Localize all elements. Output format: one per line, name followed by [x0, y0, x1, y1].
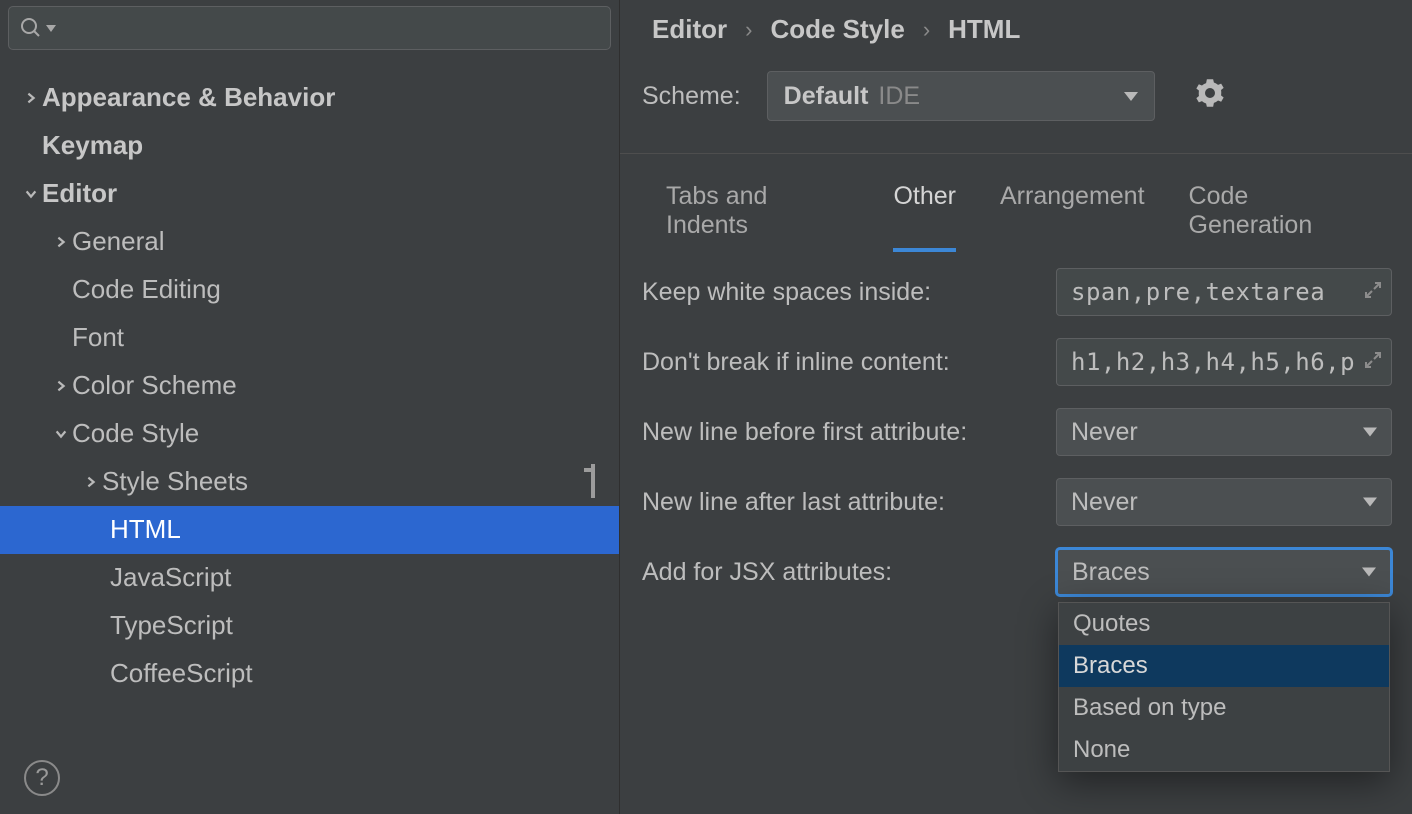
chevron-right-icon	[20, 91, 42, 105]
breadcrumb-sep-icon: ›	[745, 17, 752, 43]
scheme-label: Scheme:	[642, 82, 741, 111]
label-keep-whitespaces: Keep white spaces inside:	[642, 278, 1040, 307]
expand-icon[interactable]	[1363, 278, 1383, 306]
crumb-html[interactable]: HTML	[948, 14, 1020, 45]
tree-code-style[interactable]: Code Style	[0, 410, 619, 458]
settings-tree: Appearance & Behavior Keymap Editor Gene…	[0, 56, 619, 814]
search-input[interactable]	[56, 15, 600, 42]
tree-font[interactable]: Font	[0, 314, 619, 362]
tree-editor[interactable]: Editor	[0, 170, 619, 218]
tree-style-sheets[interactable]: Style Sheets	[0, 458, 619, 506]
dropdown-nl-after[interactable]: Never	[1056, 478, 1392, 526]
tree-typescript[interactable]: TypeScript	[0, 602, 619, 650]
tree-label: Font	[72, 322, 124, 353]
input-value: h1,h2,h3,h4,h5,h6,p	[1071, 348, 1355, 376]
tree-code-editing[interactable]: Code Editing	[0, 266, 619, 314]
chevron-down-icon	[50, 427, 72, 441]
row-keep-whitespaces: Keep white spaces inside: span,pre,texta…	[642, 268, 1392, 316]
tree-label: Appearance & Behavior	[42, 82, 335, 113]
row-jsx-attrs: Add for JSX attributes: Braces Quotes Br…	[642, 548, 1392, 596]
scheme-dropdown[interactable]: Default IDE	[767, 71, 1155, 121]
tree-label: Editor	[42, 178, 117, 209]
scheme-actions-button[interactable]	[1195, 78, 1225, 115]
crumb-code-style[interactable]: Code Style	[770, 14, 904, 45]
expand-icon[interactable]	[1363, 348, 1383, 376]
tree-label: HTML	[110, 514, 181, 545]
dropdown-popup: Quotes Braces Based on type None	[1058, 602, 1390, 772]
tree-label: TypeScript	[110, 610, 233, 641]
input-value: span,pre,textarea	[1071, 278, 1325, 306]
settings-window: Appearance & Behavior Keymap Editor Gene…	[0, 0, 1412, 814]
chevron-right-icon	[50, 379, 72, 393]
row-nl-before: New line before first attribute: Never	[642, 408, 1392, 456]
tree-coffeescript[interactable]: CoffeeScript	[0, 650, 619, 698]
tab-arrangement[interactable]: Arrangement	[1000, 182, 1145, 252]
dropdown-value: Never	[1071, 488, 1138, 517]
scheme-row: Scheme: Default IDE	[620, 45, 1412, 121]
scheme-scope: IDE	[878, 82, 920, 111]
dropdown-option-none[interactable]: None	[1059, 729, 1389, 771]
label-dont-break: Don't break if inline content:	[642, 348, 1040, 377]
tabs: Tabs and Indents Other Arrangement Code …	[620, 154, 1412, 252]
chevron-right-icon	[80, 475, 102, 489]
dropdown-option-based-on-type[interactable]: Based on type	[1059, 687, 1389, 729]
sidebar: Appearance & Behavior Keymap Editor Gene…	[0, 0, 620, 814]
dropdown-value: Never	[1071, 418, 1138, 447]
chevron-down-icon	[1362, 568, 1376, 577]
dropdown-jsx-attrs[interactable]: Braces Quotes Braces Based on type None	[1056, 548, 1392, 596]
chevron-down-icon	[20, 187, 42, 201]
tree-color-scheme[interactable]: Color Scheme	[0, 362, 619, 410]
tree-label: Code Editing	[72, 274, 221, 305]
tree-keymap[interactable]: Keymap	[0, 122, 619, 170]
gear-icon	[1195, 78, 1225, 108]
chevron-down-icon	[1363, 428, 1377, 437]
crumb-editor[interactable]: Editor	[652, 14, 727, 45]
row-dont-break: Don't break if inline content: h1,h2,h3,…	[642, 338, 1392, 386]
tab-code-generation[interactable]: Code Generation	[1189, 182, 1372, 252]
help-icon: ?	[35, 764, 48, 792]
search-wrap	[0, 0, 619, 56]
search-field[interactable]	[8, 6, 611, 50]
tab-other[interactable]: Other	[893, 182, 956, 252]
tree-html[interactable]: HTML	[0, 506, 619, 554]
tree-label: CoffeeScript	[110, 658, 253, 689]
scheme-name: Default	[784, 82, 869, 111]
input-dont-break[interactable]: h1,h2,h3,h4,h5,h6,p	[1056, 338, 1392, 386]
overflow-indicator-icon	[591, 466, 595, 497]
label-nl-after: New line after last attribute:	[642, 488, 1040, 517]
tree-label: General	[72, 226, 165, 257]
search-history-caret-icon[interactable]	[46, 25, 56, 32]
tree-label: Color Scheme	[72, 370, 237, 401]
breadcrumbs: Editor › Code Style › HTML	[620, 0, 1412, 45]
row-nl-after: New line after last attribute: Never	[642, 478, 1392, 526]
main-panel: Editor › Code Style › HTML Scheme: Defau…	[620, 0, 1412, 814]
dropdown-option-braces[interactable]: Braces	[1059, 645, 1389, 687]
chevron-down-icon	[1124, 92, 1138, 101]
help-button[interactable]: ?	[24, 760, 60, 796]
form: Keep white spaces inside: span,pre,texta…	[620, 252, 1412, 596]
tree-general[interactable]: General	[0, 218, 619, 266]
dropdown-nl-before[interactable]: Never	[1056, 408, 1392, 456]
tree-javascript[interactable]: JavaScript	[0, 554, 619, 602]
label-nl-before: New line before first attribute:	[642, 418, 1040, 447]
input-keep-whitespaces[interactable]: span,pre,textarea	[1056, 268, 1392, 316]
tree-label: Keymap	[42, 130, 143, 161]
tree-label: Style Sheets	[102, 466, 248, 497]
dropdown-option-quotes[interactable]: Quotes	[1059, 603, 1389, 645]
tree-appearance-behavior[interactable]: Appearance & Behavior	[0, 74, 619, 122]
label-jsx-attrs: Add for JSX attributes:	[642, 558, 1040, 587]
dropdown-value: Braces	[1072, 558, 1150, 587]
tree-label: Code Style	[72, 418, 199, 449]
chevron-right-icon	[50, 235, 72, 249]
chevron-down-icon	[1363, 498, 1377, 507]
search-icon	[19, 16, 43, 40]
tree-label: JavaScript	[110, 562, 231, 593]
breadcrumb-sep-icon: ›	[923, 17, 930, 43]
tab-tabs-and-indents[interactable]: Tabs and Indents	[666, 182, 849, 252]
